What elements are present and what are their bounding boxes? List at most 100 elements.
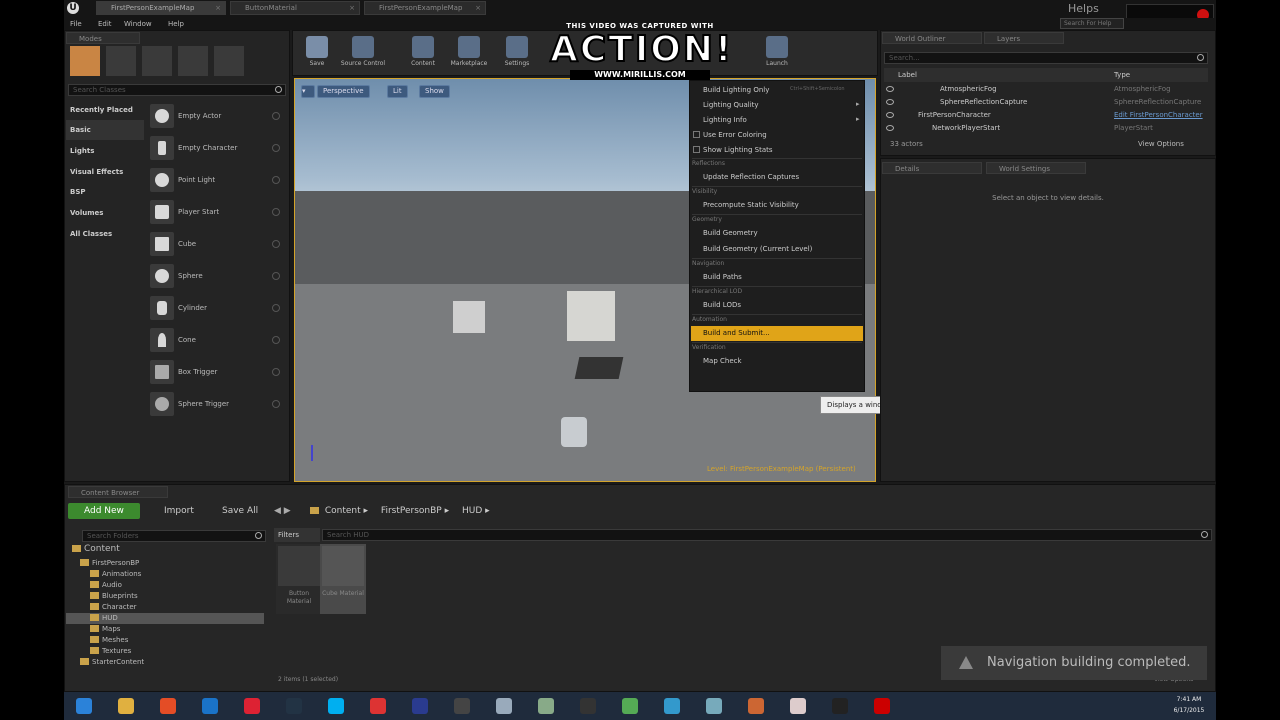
- search-classes-input[interactable]: Search Classes: [68, 84, 286, 96]
- outliner-search-input[interactable]: Search...: [884, 52, 1208, 64]
- launch-button[interactable]: Launch: [754, 34, 800, 74]
- menu-item-precompute-static-visibility[interactable]: Precompute Static Visibility: [691, 198, 863, 213]
- app-icon[interactable]: [358, 693, 398, 719]
- tree-row-firstpersonbp[interactable]: FirstPersonBP: [80, 558, 139, 569]
- eye-icon[interactable]: [886, 99, 894, 105]
- column-label[interactable]: Label: [898, 68, 917, 82]
- show-button[interactable]: Show: [419, 85, 450, 98]
- back-forward-icon[interactable]: ◀ ▶: [274, 503, 291, 519]
- eye-icon[interactable]: [886, 86, 894, 92]
- category-visual-effects[interactable]: Visual Effects: [66, 162, 144, 182]
- tree-row-meshes[interactable]: Meshes: [90, 635, 128, 646]
- category-lights[interactable]: Lights: [66, 141, 144, 161]
- lit-button[interactable]: Lit: [387, 85, 408, 98]
- outliner-row[interactable]: FirstPersonCharacter Edit FirstPersonChar…: [884, 109, 1206, 122]
- marketplace-button[interactable]: Marketplace: [446, 34, 492, 74]
- foliage-mode-icon[interactable]: [178, 46, 208, 76]
- tree-row-textures[interactable]: Textures: [90, 646, 131, 657]
- edge-icon[interactable]: [190, 693, 230, 719]
- place-item-empty-actor[interactable]: Empty Actor: [148, 101, 284, 131]
- tree-row-audio[interactable]: Audio: [90, 580, 122, 591]
- tree-row-hud[interactable]: HUD: [66, 613, 264, 624]
- place-item-point-light[interactable]: Point Light: [148, 165, 284, 195]
- category-volumes[interactable]: Volumes: [66, 203, 144, 223]
- search-folders-input[interactable]: Search Folders: [82, 530, 266, 542]
- add-new-button[interactable]: Add New: [68, 503, 140, 519]
- app-icon[interactable]: [526, 693, 566, 719]
- tree-row-blueprints[interactable]: Blueprints: [90, 591, 138, 602]
- clock[interactable]: 7:41 AM 6/17/2015: [1164, 694, 1214, 716]
- tree-row-content[interactable]: Content: [72, 544, 120, 555]
- perspective-button[interactable]: Perspective: [317, 85, 370, 98]
- search-help-input[interactable]: Search For Help: [1060, 18, 1124, 29]
- outliner-row[interactable]: SphereReflectionCapture SphereReflectionC…: [884, 96, 1206, 109]
- player-start-gizmo[interactable]: [561, 417, 587, 447]
- tab-content-browser[interactable]: Content Browser: [68, 486, 168, 498]
- tab-world-outliner[interactable]: World Outliner: [882, 32, 982, 44]
- place-mode-icon[interactable]: [70, 46, 100, 76]
- tab-details[interactable]: Details: [882, 162, 982, 174]
- tree-row-maps[interactable]: Maps: [90, 624, 120, 635]
- search-assets-input[interactable]: Search HUD: [322, 529, 1212, 541]
- windows-start-icon[interactable]: [64, 693, 104, 719]
- menu-item-map-check[interactable]: Map Check: [691, 354, 863, 369]
- geometry-mode-icon[interactable]: [214, 46, 244, 76]
- app-icon[interactable]: [694, 693, 734, 719]
- filters-button[interactable]: Filters: [274, 528, 320, 542]
- eye-icon[interactable]: [886, 112, 894, 118]
- place-item-empty-character[interactable]: Empty Character: [148, 133, 284, 163]
- asset-tile-cube-material[interactable]: Cube Material: [320, 544, 366, 614]
- tab-world-settings[interactable]: World Settings: [986, 162, 1086, 174]
- breadcrumb-hud[interactable]: HUD: [462, 506, 482, 516]
- eye-icon[interactable]: [886, 125, 894, 131]
- paint-mode-icon[interactable]: [106, 46, 136, 76]
- chrome-icon[interactable]: [148, 693, 188, 719]
- photoshop-icon[interactable]: [400, 693, 440, 719]
- close-icon[interactable]: ×: [349, 2, 355, 14]
- save-all-button[interactable]: Save All: [208, 503, 258, 519]
- place-item-sphere[interactable]: Sphere: [148, 261, 284, 291]
- close-icon[interactable]: ×: [475, 2, 481, 14]
- menu-file[interactable]: File: [70, 18, 82, 30]
- skype-icon[interactable]: [316, 693, 356, 719]
- landscape-mode-icon[interactable]: [142, 46, 172, 76]
- save-button[interactable]: Save: [294, 34, 340, 74]
- tree-row-animations[interactable]: Animations: [90, 569, 141, 580]
- place-item-sphere-trigger[interactable]: Sphere Trigger: [148, 389, 284, 419]
- tab-button-material[interactable]: ButtonMaterial ×: [230, 1, 360, 15]
- menu-item-build-paths[interactable]: Build Paths: [691, 270, 863, 285]
- outliner-row[interactable]: NetworkPlayerStart PlayerStart: [884, 122, 1206, 135]
- unreal-icon[interactable]: [442, 693, 482, 719]
- tab-modes[interactable]: Modes: [66, 32, 140, 44]
- asset-tile-button-material[interactable]: Button Material: [276, 544, 322, 614]
- menu-item-show-lighting-stats[interactable]: Show Lighting Stats: [691, 143, 863, 158]
- app-icon[interactable]: [232, 693, 272, 719]
- place-item-cone[interactable]: Cone: [148, 325, 284, 355]
- steam-icon[interactable]: [274, 693, 314, 719]
- menu-item-build-geometry[interactable]: Build Geometry: [691, 226, 863, 241]
- place-item-cylinder[interactable]: Cylinder: [148, 293, 284, 323]
- breadcrumb-content[interactable]: Content: [325, 506, 361, 516]
- checkbox-icon[interactable]: [693, 131, 700, 138]
- place-item-cube[interactable]: Cube: [148, 229, 284, 259]
- content-button[interactable]: Content: [400, 34, 446, 74]
- viewport-options-button[interactable]: ▾: [301, 85, 315, 98]
- category-bsp[interactable]: BSP: [66, 182, 144, 202]
- app-icon[interactable]: [820, 693, 860, 719]
- app-icon[interactable]: [778, 693, 818, 719]
- menu-edit[interactable]: Edit: [98, 18, 112, 30]
- tree-row-character[interactable]: Character: [90, 602, 137, 613]
- tab-firstperson-map[interactable]: FirstPersonExampleMap ×: [96, 1, 226, 15]
- menu-help[interactable]: Help: [168, 18, 184, 30]
- import-button[interactable]: Import: [150, 503, 194, 519]
- app-icon[interactable]: [652, 693, 692, 719]
- outliner-row[interactable]: AtmosphericFog AtmosphericFog: [884, 83, 1206, 96]
- menu-item-build-geometry-current-level[interactable]: Build Geometry (Current Level): [691, 242, 863, 257]
- app-icon[interactable]: [736, 693, 776, 719]
- menu-item-build-lods[interactable]: Build LODs: [691, 298, 863, 313]
- menu-item-update-reflection-captures[interactable]: Update Reflection Captures: [691, 170, 863, 185]
- column-type[interactable]: Type: [1114, 68, 1130, 82]
- tree-row-startercontent[interactable]: StarterContent: [80, 657, 144, 668]
- category-basic[interactable]: Basic: [66, 120, 144, 140]
- tab-firstperson-map-2[interactable]: FirstPersonExampleMap ×: [364, 1, 486, 15]
